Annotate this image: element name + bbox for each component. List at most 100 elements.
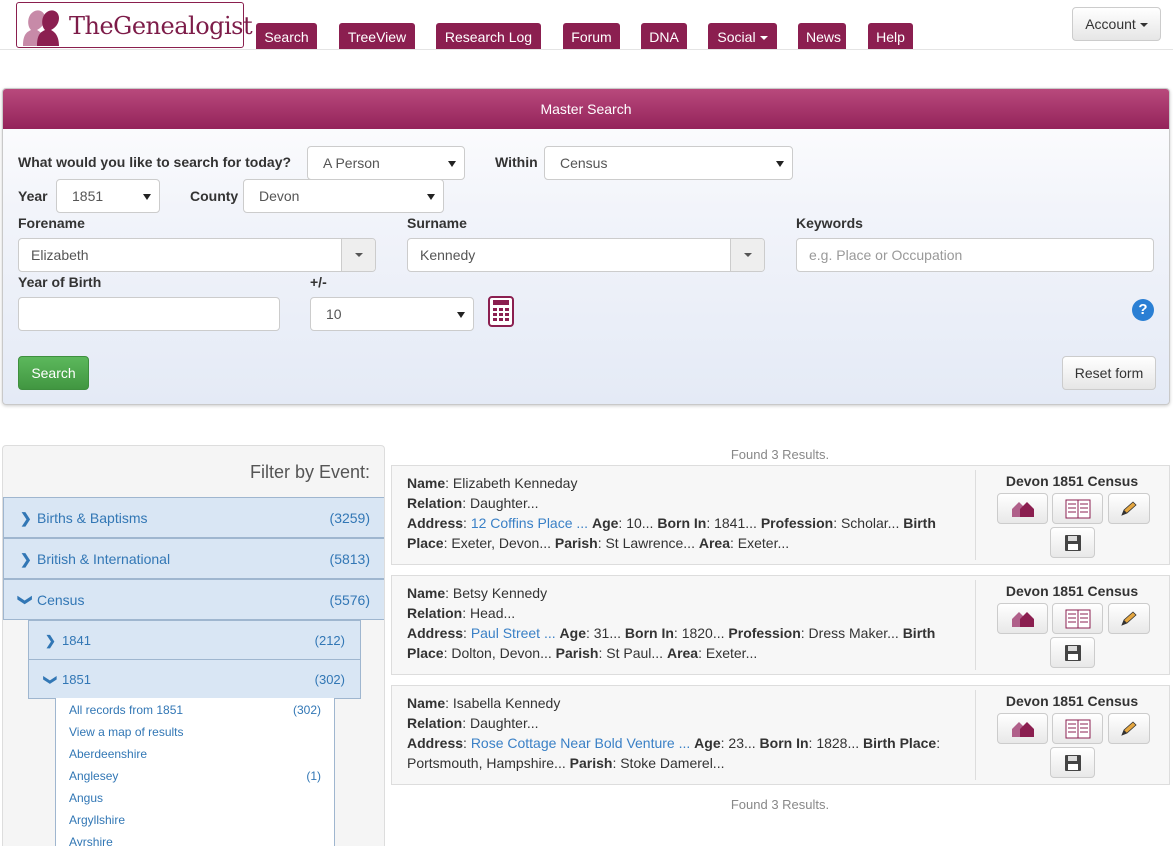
- facet-census[interactable]: ❯ Census (5576): [3, 579, 384, 620]
- help-icon[interactable]: ?: [1132, 299, 1154, 321]
- nav-forum[interactable]: Forum: [563, 23, 620, 49]
- result-parish: St Paul...: [606, 645, 664, 661]
- filter-link-anglesey[interactable]: Anglesey: [69, 769, 118, 783]
- forename-value: Elizabeth: [31, 247, 89, 263]
- filter-link-all-records[interactable]: All records from 1851: [69, 703, 183, 717]
- result-source: Devon 1851 Census: [1005, 473, 1139, 489]
- filter-count: (1): [306, 769, 321, 783]
- result-birth-place: Dolton, Devon...: [451, 645, 552, 661]
- household-button[interactable]: [997, 603, 1048, 634]
- sub-facet-1851[interactable]: ❯ 1851 (302): [28, 659, 361, 699]
- result-address-link[interactable]: 12 Coffins Place ...: [471, 515, 588, 531]
- caret-down-icon: [744, 253, 752, 257]
- transcript-icon: [1065, 499, 1090, 518]
- calculator-icon[interactable]: [488, 296, 514, 327]
- forename-options-toggle[interactable]: [341, 239, 375, 271]
- field-label: Relation: [407, 605, 463, 621]
- within-select[interactable]: Census: [544, 146, 793, 180]
- transcript-button[interactable]: [1052, 603, 1103, 634]
- edit-button[interactable]: [1108, 603, 1150, 634]
- search-button[interactable]: Search: [18, 356, 89, 390]
- result-relation: Head...: [470, 605, 516, 621]
- result-address-link[interactable]: Paul Street ...: [471, 625, 556, 641]
- within-value: Census: [560, 155, 608, 171]
- save-icon: [1064, 644, 1081, 661]
- year-of-birth-label: Year of Birth: [18, 274, 102, 290]
- facet-label: British & International: [37, 551, 171, 567]
- result-age: 31...: [593, 625, 622, 641]
- field-label: Name: [407, 585, 446, 601]
- transcript-button[interactable]: [1052, 713, 1103, 744]
- household-icon: [1011, 611, 1034, 627]
- nav-treeview[interactable]: TreeView: [339, 23, 415, 49]
- results-count-bottom: Found 3 Results.: [730, 797, 830, 812]
- facet-births-baptisms[interactable]: ❯ Births & Baptisms (3259): [3, 497, 384, 538]
- result-details: Name: Betsy Kennedy Relation: Head... Ad…: [407, 585, 936, 661]
- field-label: Parish: [555, 645, 599, 661]
- save-button[interactable]: [1050, 747, 1095, 778]
- facet-count: (3259): [329, 510, 370, 526]
- forename-field[interactable]: Elizabeth: [18, 238, 376, 272]
- result-source: Devon 1851 Census: [1005, 693, 1139, 709]
- surname-field[interactable]: Kennedy: [407, 238, 765, 272]
- keywords-field[interactable]: e.g. Place or Occupation: [796, 238, 1154, 272]
- filter-link-aberdeenshire[interactable]: Aberdeenshire: [69, 747, 147, 761]
- site-logo[interactable]: TheGenealogist: [16, 2, 253, 48]
- field-label: Born In: [657, 515, 707, 531]
- county-label: County: [190, 188, 239, 204]
- household-button[interactable]: [997, 493, 1048, 524]
- edit-button[interactable]: [1108, 713, 1150, 744]
- facet-count: (5576): [329, 592, 370, 608]
- divider: [975, 470, 976, 560]
- field-label: Name: [407, 475, 446, 491]
- county-select[interactable]: Devon: [243, 179, 444, 213]
- result-source: Devon 1851 Census: [1005, 583, 1139, 599]
- result-age: 23...: [728, 735, 756, 751]
- filter-link-map[interactable]: View a map of results: [69, 725, 184, 739]
- household-button[interactable]: [997, 713, 1048, 744]
- nav-research-log[interactable]: Research Log: [436, 23, 541, 49]
- field-label: Relation: [407, 715, 463, 731]
- result-profession: Scholar...: [840, 515, 900, 531]
- year-select[interactable]: 1851: [56, 179, 160, 213]
- chevron-right-icon: ❯: [45, 633, 56, 648]
- field-label: Age: [559, 625, 586, 641]
- account-button[interactable]: Account: [1072, 7, 1161, 41]
- save-button[interactable]: [1050, 637, 1095, 668]
- logo-silhouettes-icon: [23, 10, 59, 46]
- sub-facet-label: 1841: [62, 633, 91, 648]
- field-label: Profession: [760, 515, 834, 531]
- result-card: Name: Isabella Kennedy Relation: Daughte…: [391, 685, 1170, 785]
- sub-facet-1841[interactable]: ❯ 1841 (212): [28, 620, 361, 660]
- facet-british-international[interactable]: ❯ British & International (5813): [3, 538, 384, 579]
- save-button[interactable]: [1050, 527, 1095, 558]
- plusminus-select[interactable]: 10: [310, 297, 474, 331]
- field-label: Address: [407, 625, 464, 641]
- year-of-birth-field[interactable]: [18, 297, 280, 331]
- transcript-button[interactable]: [1052, 493, 1103, 524]
- surname-options-toggle[interactable]: [730, 239, 764, 271]
- result-birth-place: Portsmouth, Hampshire...: [407, 755, 566, 771]
- field-label: Name: [407, 695, 446, 711]
- facet-count: (5813): [329, 551, 370, 567]
- filter-link-angus[interactable]: Angus: [69, 791, 103, 805]
- nav-news[interactable]: News: [798, 23, 846, 49]
- result-born-in: 1820...: [681, 625, 725, 641]
- edit-button[interactable]: [1108, 493, 1150, 524]
- sub-facet-label: 1851: [62, 672, 91, 687]
- reset-form-button[interactable]: Reset form: [1062, 356, 1156, 390]
- sub-facet-count: (302): [314, 672, 345, 687]
- result-address-link[interactable]: Rose Cottage Near Bold Venture ...: [471, 735, 690, 751]
- field-label: Age: [591, 515, 619, 531]
- nav-help[interactable]: Help: [868, 23, 913, 49]
- filter-link-ayrshire[interactable]: Ayrshire: [69, 835, 113, 846]
- nav-social[interactable]: Social: [708, 23, 777, 49]
- county-value: Devon: [259, 188, 300, 204]
- nav-search[interactable]: Search: [256, 23, 317, 49]
- caret-down-icon: [1139, 23, 1148, 28]
- surname-label: Surname: [407, 215, 467, 231]
- filter-link-argyllshire[interactable]: Argyllshire: [69, 813, 125, 827]
- search-for-select[interactable]: A Person: [307, 146, 465, 180]
- nav-dna[interactable]: DNA: [641, 23, 687, 49]
- result-area: Exeter...: [705, 645, 758, 661]
